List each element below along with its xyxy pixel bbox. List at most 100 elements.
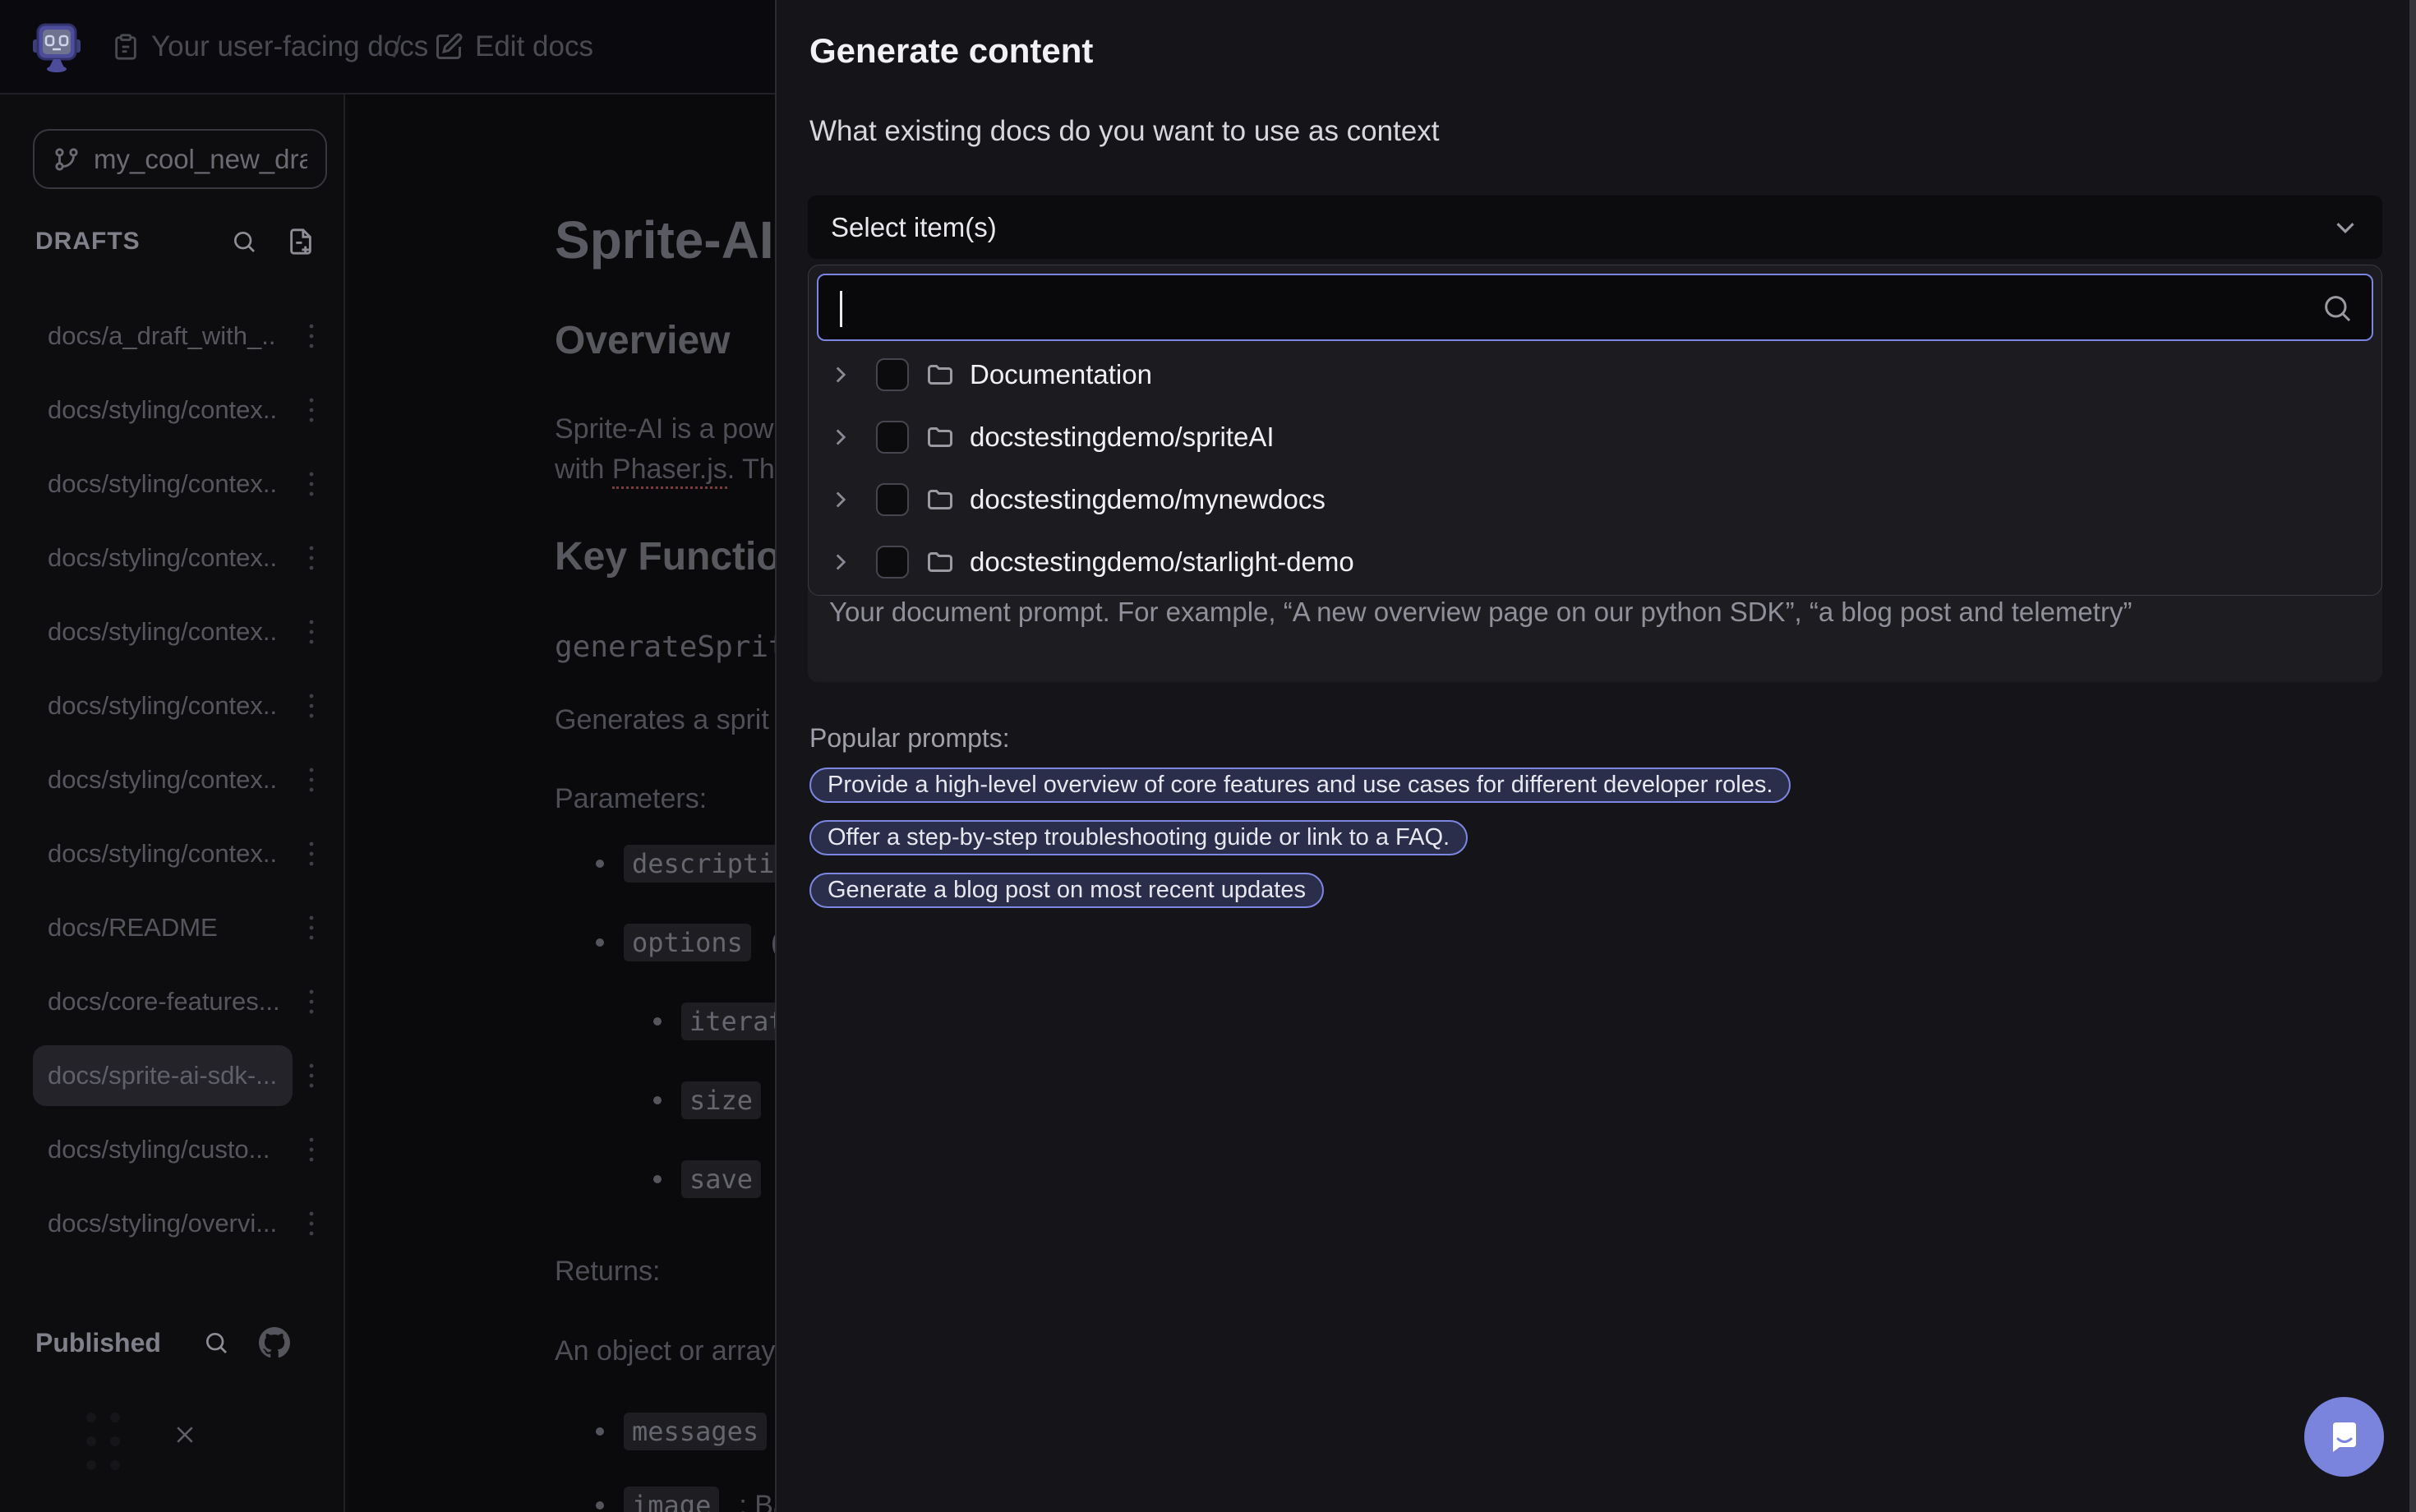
- tree-item[interactable]: docstestingdemo/spriteAI: [809, 406, 2381, 468]
- tree-item[interactable]: Documentation: [809, 343, 2381, 406]
- draft-label: docs/styling/overvi...: [48, 1209, 277, 1238]
- checkbox[interactable]: [876, 358, 909, 391]
- draft-label: docs/README: [48, 913, 218, 943]
- draft-list-item[interactable]: docs/sprite-ai-sdk-...: [33, 1039, 322, 1113]
- app-screen: Your user-facing docs / Edit docs my_coo…: [0, 0, 2416, 1512]
- draft-list-item[interactable]: docs/styling/contex...: [33, 743, 322, 817]
- tree-item-label: Documentation: [970, 359, 1152, 390]
- close-icon[interactable]: [173, 1422, 197, 1447]
- kebab-menu-icon[interactable]: [307, 987, 316, 1016]
- breadcrumb-edit-docs[interactable]: Edit docs: [434, 0, 593, 93]
- tree-item-label: docstestingdemo/mynewdocs: [970, 484, 1326, 515]
- tree-item[interactable]: docstestingdemo/starlight-demo: [809, 531, 2381, 593]
- published-heading: Published: [35, 1328, 161, 1358]
- chevron-right-icon[interactable]: [827, 361, 855, 389]
- search-icon: [2321, 292, 2354, 325]
- draft-list-item[interactable]: docs/styling/overvi...: [33, 1187, 322, 1261]
- kebab-menu-icon[interactable]: [307, 1209, 316, 1238]
- text-cursor: [840, 291, 842, 327]
- search-icon: [203, 1330, 229, 1356]
- doc-overview-heading: Overview: [555, 318, 730, 363]
- kebab-menu-icon[interactable]: [307, 617, 316, 647]
- new-draft-button[interactable]: [287, 228, 315, 256]
- search-drafts-button[interactable]: [231, 228, 257, 255]
- chevron-right-icon[interactable]: [827, 423, 855, 451]
- context-question: What existing docs do you want to use as…: [809, 115, 1440, 148]
- folder-icon: [925, 422, 955, 452]
- draft-list-item[interactable]: docs/styling/contex...: [33, 373, 322, 447]
- kebab-menu-icon[interactable]: [307, 913, 316, 943]
- draft-list-item[interactable]: docs/core-features...: [33, 965, 322, 1039]
- popular-prompts-list: Provide a high-level overview of core fe…: [809, 768, 1791, 908]
- draft-label: docs/styling/contex...: [48, 839, 278, 869]
- breadcrumb-your-docs[interactable]: Your user-facing docs: [112, 0, 428, 93]
- kebab-menu-icon[interactable]: [307, 1061, 316, 1090]
- popular-prompts-label: Popular prompts:: [809, 723, 1010, 754]
- dropdown-search-box: [817, 274, 2373, 341]
- github-icon[interactable]: [259, 1327, 290, 1358]
- chevron-right-icon[interactable]: [827, 548, 855, 576]
- doc-paragraph-line: with Phaser.js. Th: [555, 454, 775, 486]
- chevron-right-icon[interactable]: [827, 486, 855, 514]
- chat-bubble-icon: [2325, 1418, 2364, 1457]
- kebab-menu-icon[interactable]: [307, 839, 316, 869]
- checkbox[interactable]: [876, 546, 909, 579]
- draft-label: docs/styling/contex...: [48, 691, 278, 721]
- drag-handle-icon[interactable]: [86, 1413, 120, 1470]
- prompt-pill-button[interactable]: Provide a high-level overview of core fe…: [809, 768, 1791, 803]
- kebab-menu-icon[interactable]: [307, 469, 316, 499]
- draft-list-item[interactable]: docs/styling/contex...: [33, 521, 322, 595]
- draft-label: docs/styling/custo...: [48, 1135, 270, 1164]
- search-icon: [231, 228, 257, 255]
- phaser-link[interactable]: Phaser.js: [612, 454, 727, 489]
- folder-icon: [925, 360, 955, 390]
- search-published-button[interactable]: [203, 1330, 229, 1356]
- draft-label: docs/core-features...: [48, 987, 278, 1016]
- kebab-menu-icon[interactable]: [307, 395, 316, 425]
- file-pen-icon: [434, 32, 463, 62]
- kebab-menu-icon[interactable]: [307, 321, 316, 351]
- sidebar: my_cool_new_dra... DRAFTS: [0, 94, 345, 1512]
- draft-list-item[interactable]: docs/styling/contex...: [33, 817, 322, 891]
- draft-label: docs/styling/contex...: [48, 617, 278, 647]
- robot-logo-icon: [31, 20, 82, 74]
- prompt-pill-label: Generate a blog post on most recent upda…: [828, 877, 1306, 904]
- modal-title: Generate content: [809, 31, 1093, 71]
- draft-list-item[interactable]: docs/styling/custo...: [33, 1113, 322, 1187]
- draft-label: docs/styling/contex...: [48, 765, 278, 795]
- doc-key-functions-heading: Key Functio: [555, 534, 781, 579]
- checkbox[interactable]: [876, 483, 909, 516]
- prompt-pill-button[interactable]: Offer a step-by-step troubleshooting gui…: [809, 820, 1468, 855]
- file-plus-icon: [287, 228, 315, 256]
- branch-selector-button[interactable]: my_cool_new_dra...: [33, 129, 327, 189]
- draft-list-item[interactable]: docs/styling/contex...: [33, 669, 322, 743]
- draft-list-item[interactable]: docs/README: [33, 891, 322, 965]
- folder-icon: [925, 485, 955, 514]
- draft-list-item[interactable]: docs/a_draft_with_...: [33, 299, 322, 373]
- kebab-menu-icon[interactable]: [307, 1135, 316, 1164]
- drafts-section-header: DRAFTS: [35, 228, 315, 256]
- docs-dropdown-panel: Documentation docstestingdemo/spriteAI: [808, 265, 2382, 596]
- draft-list-item[interactable]: docs/styling/contex...: [33, 595, 322, 669]
- drafts-heading: DRAFTS: [35, 228, 141, 256]
- generate-content-modal: Generate content What existing docs do y…: [775, 0, 2416, 1512]
- doc-function-desc: Generates a sprit: [555, 704, 769, 736]
- tree-item[interactable]: docstestingdemo/mynewdocs: [809, 468, 2381, 531]
- published-section-header: Published: [35, 1327, 290, 1358]
- kebab-menu-icon[interactable]: [307, 691, 316, 721]
- prompt-pill-button[interactable]: Generate a blog post on most recent upda…: [809, 873, 1324, 908]
- checkbox[interactable]: [876, 421, 909, 454]
- doc-parameters-label: Parameters:: [555, 783, 707, 815]
- draft-label: docs/a_draft_with_...: [48, 321, 278, 351]
- scrollbar[interactable]: [2409, 0, 2416, 1512]
- breadcrumb-separator: /: [393, 0, 401, 93]
- dropdown-search-input[interactable]: [818, 275, 2372, 339]
- draft-label: docs/styling/contex...: [48, 469, 278, 499]
- kebab-menu-icon[interactable]: [307, 543, 316, 573]
- kebab-menu-icon[interactable]: [307, 765, 316, 795]
- breadcrumb-label: Edit docs: [475, 30, 593, 63]
- draft-list-item[interactable]: docs/styling/contex...: [33, 447, 322, 521]
- chat-launcher-button[interactable]: [2304, 1397, 2384, 1477]
- select-items-dropdown[interactable]: Select item(s): [808, 196, 2382, 259]
- docs-tree: Documentation docstestingdemo/spriteAI: [809, 343, 2381, 593]
